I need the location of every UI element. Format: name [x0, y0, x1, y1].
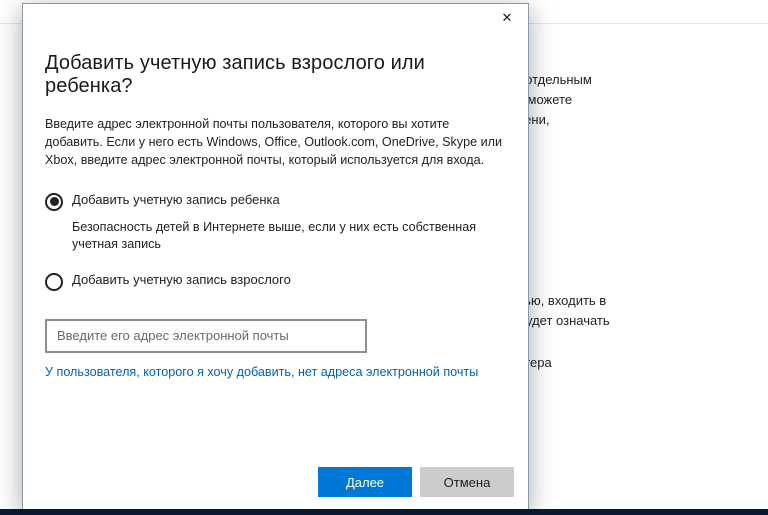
add-family-member-dialog: ✕ Добавить учетную запись взрослого или …	[22, 3, 529, 511]
taskbar	[0, 509, 768, 515]
dialog-body: Добавить учетную запись взрослого или ре…	[23, 4, 528, 454]
bg-paragraph-1: им ся отдельным же можете емени,	[508, 50, 742, 131]
dialog-title: Добавить учетную запись взрослого или ре…	[45, 52, 506, 98]
radio-icon	[45, 193, 63, 211]
radio-label: Добавить учетную запись ребенка	[72, 192, 280, 207]
bg-paragraph-2: емью, входить в е будет означать	[508, 291, 742, 331]
radio-add-adult[interactable]: Добавить учетную запись взрослого	[45, 272, 506, 291]
background-text: им ся отдельным же можете емени, емью, в…	[508, 50, 768, 395]
radio-child-subtext: Безопасность детей в Интернете выше, есл…	[72, 219, 506, 254]
close-icon: ✕	[502, 10, 513, 26]
bg-paragraph-3: ьютера	[508, 353, 742, 373]
no-email-link[interactable]: У пользователя, которого я хочу добавить…	[45, 365, 478, 379]
dialog-footer: Далее Отмена	[23, 454, 528, 510]
radio-add-child[interactable]: Добавить учетную запись ребенка	[45, 192, 506, 211]
radio-label: Добавить учетную запись взрослого	[72, 272, 291, 287]
close-button[interactable]: ✕	[486, 4, 528, 32]
next-button[interactable]: Далее	[318, 467, 412, 497]
cancel-button[interactable]: Отмена	[420, 467, 514, 497]
dialog-description: Введите адрес электронной почты пользова…	[45, 116, 506, 170]
radio-icon	[45, 273, 63, 291]
email-input[interactable]	[45, 319, 367, 353]
